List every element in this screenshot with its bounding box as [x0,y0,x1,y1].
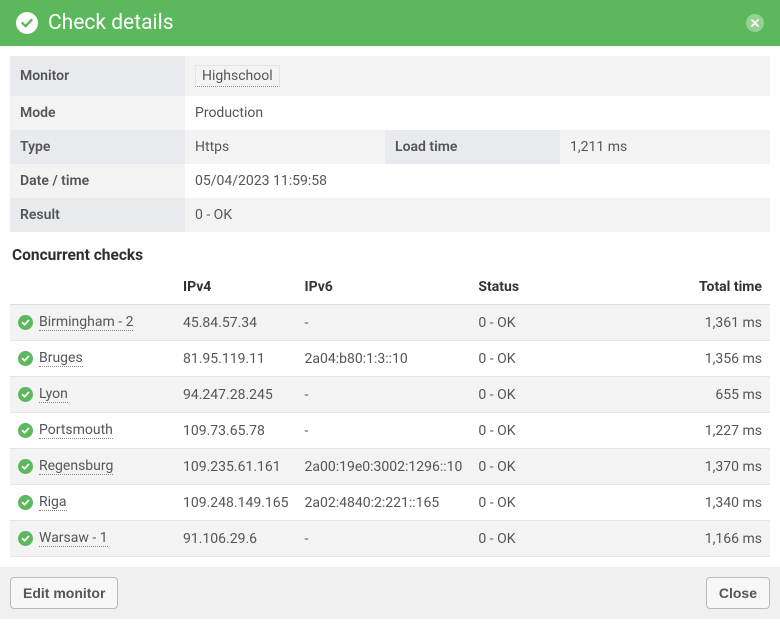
location-link[interactable]: Bruges [39,350,83,367]
table-row: Regensburg 109.235.61.1612a00:19e0:3002:1… [10,449,770,485]
info-value-result: 0 - OK [185,198,770,232]
cell-ipv4: 81.95.119.11 [175,341,297,377]
check-circle-icon [18,315,33,330]
edit-monitor-button[interactable]: Edit monitor [10,577,118,609]
cell-ipv6: - [297,413,471,449]
cell-ipv6: - [297,377,471,413]
cell-status: 0 - OK [470,413,690,449]
cell-total-time: 1,361 ms [690,305,770,341]
modal-title: Check details [48,11,736,35]
check-details-modal: Check details Monitor Highschool Mode Pr… [0,0,780,619]
col-header-status: Status [470,270,690,305]
cell-ipv6: 2a00:19e0:3002:1296::10 [297,449,471,485]
table-row: Birmingham - 2 45.84.57.34-0 - OK1,361 ms [10,305,770,341]
cell-ipv6: 2a02:4840:2:221::165 [297,485,471,521]
location-link[interactable]: Regensburg [39,458,113,475]
table-row: Lyon 94.247.28.245-0 - OK655 ms [10,377,770,413]
check-circle-icon [18,459,33,474]
modal-header: Check details [0,0,780,46]
check-circle-icon [18,495,33,510]
col-header-ipv4: IPv4 [175,270,297,305]
info-value-datetime: 05/04/2023 11:59:58 [185,164,770,198]
close-button[interactable]: Close [706,577,770,609]
cell-status: 0 - OK [470,521,690,557]
concurrent-checks-title: Concurrent checks [10,232,770,270]
check-circle-icon [18,423,33,438]
info-label-loadtime: Load time [385,130,560,164]
col-header-location [10,270,175,305]
check-circle-icon [16,12,38,34]
cell-location: Birmingham - 2 [10,305,175,341]
cell-ipv4: 94.247.28.245 [175,377,297,413]
check-circle-icon [18,351,33,366]
info-label-datetime: Date / time [10,164,185,198]
cell-total-time: 655 ms [690,377,770,413]
cell-location: Warsaw - 1 [10,521,175,557]
info-value-loadtime: 1,211 ms [560,130,770,164]
modal-footer: Edit monitor Close [0,567,780,619]
close-icon[interactable] [746,14,764,32]
location-link[interactable]: Lyon [39,386,68,403]
table-row: Portsmouth 109.73.65.78-0 - OK1,227 ms [10,413,770,449]
cell-location: Lyon [10,377,175,413]
location-link[interactable]: Riga [39,494,67,511]
col-header-ipv6: IPv6 [297,270,471,305]
table-row: Bruges 81.95.119.112a04:b80:1:3::100 - OK… [10,341,770,377]
cell-total-time: 1,370 ms [690,449,770,485]
cell-ipv4: 45.84.57.34 [175,305,297,341]
info-label-type: Type [10,130,185,164]
cell-status: 0 - OK [470,341,690,377]
info-value-mode: Production [185,96,770,130]
table-row: Warsaw - 1 91.106.29.6-0 - OK1,166 ms [10,521,770,557]
cell-status: 0 - OK [470,377,690,413]
info-label-monitor: Monitor [10,56,185,96]
concurrent-checks-table: IPv4 IPv6 Status Total time Birmingham -… [10,270,770,557]
location-link[interactable]: Portsmouth [39,422,113,439]
cell-total-time: 1,227 ms [690,413,770,449]
modal-body: Monitor Highschool Mode Production Type … [0,46,780,567]
cell-ipv4: 91.106.29.6 [175,521,297,557]
cell-total-time: 1,166 ms [690,521,770,557]
cell-status: 0 - OK [470,485,690,521]
cell-location: Riga [10,485,175,521]
info-table: Monitor Highschool Mode Production Type … [10,56,770,232]
check-circle-icon [18,531,33,546]
cell-status: 0 - OK [470,449,690,485]
location-link[interactable]: Warsaw - 1 [39,530,108,547]
cell-ipv4: 109.73.65.78 [175,413,297,449]
cell-total-time: 1,356 ms [690,341,770,377]
cell-location: Portsmouth [10,413,175,449]
col-header-total-time: Total time [690,270,770,305]
info-label-mode: Mode [10,96,185,130]
cell-status: 0 - OK [470,305,690,341]
cell-ipv6: 2a04:b80:1:3::10 [297,341,471,377]
cell-ipv6: - [297,521,471,557]
cell-location: Bruges [10,341,175,377]
check-circle-icon [18,387,33,402]
table-row: Riga 109.248.149.1652a02:4840:2:221::1650… [10,485,770,521]
location-link[interactable]: Birmingham - 2 [39,314,133,331]
cell-ipv4: 109.235.61.161 [175,449,297,485]
cell-ipv4: 109.248.149.165 [175,485,297,521]
info-value-monitor: Highschool [185,56,770,96]
cell-total-time: 1,340 ms [690,485,770,521]
monitor-link[interactable]: Highschool [195,65,280,87]
info-label-result: Result [10,198,185,232]
info-value-type: Https [185,130,385,164]
cell-location: Regensburg [10,449,175,485]
cell-ipv6: - [297,305,471,341]
